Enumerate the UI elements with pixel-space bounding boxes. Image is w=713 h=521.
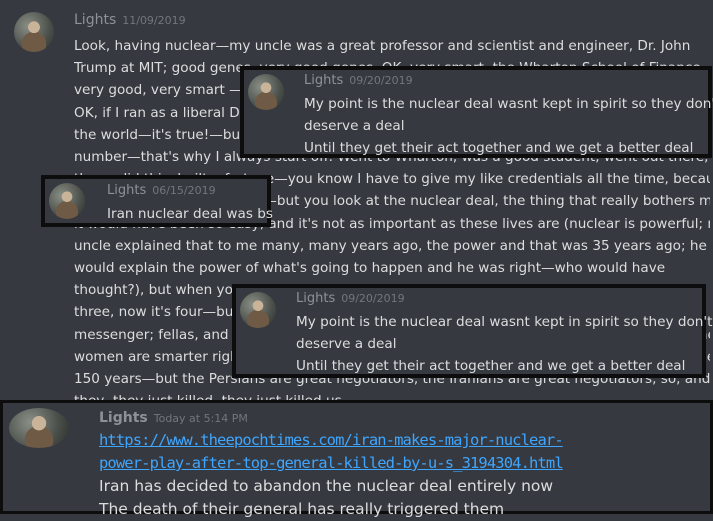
message-body: https://www.theepochtimes.com/iran-makes… [99, 429, 564, 521]
message-line: Until they get their act together and we… [304, 140, 694, 156]
overlay-message-3: Lights 09/20/2019 My point is the nuclear… [232, 284, 712, 378]
message-timestamp: 11/09/2019 [122, 14, 186, 27]
message-body: My point is the nuclear deal wasnt kept … [304, 93, 713, 159]
message-header: Lights Today at 5:14 PM [99, 410, 248, 426]
message-line: Look, having nuclear—my uncle was a grea… [74, 38, 691, 54]
article-link[interactable]: https://www.theepochtimes.com/iran-makes… [99, 429, 564, 452]
message-line: would explain the power of what's going … [74, 260, 666, 277]
overlay-message-2: Lights 06/15/2019 Iran nuclear deal was b… [41, 175, 273, 227]
message-timestamp: 09/20/2019 [341, 292, 405, 305]
author-name[interactable]: Lights [99, 410, 148, 426]
user-avatar[interactable] [248, 74, 284, 110]
message-line: Iran nuclear deal was bs [107, 206, 273, 222]
user-avatar[interactable] [14, 12, 54, 52]
message-header: Lights 09/20/2019 [304, 73, 413, 88]
message-line: My point is the nuclear deal wasnt kept … [304, 96, 713, 112]
message-timestamp: Today at 5:14 PM [153, 412, 248, 425]
message-line: deserve a deal [296, 336, 397, 352]
article-link[interactable]: power-play-after-top-general-killed-by-u… [99, 452, 564, 475]
overlay-message-1: Lights 09/20/2019 My point is the nuclear… [240, 66, 713, 159]
message-line: uncle explained that to me many, many ye… [74, 237, 707, 254]
message-body: My point is the nuclear deal wasnt kept … [296, 311, 712, 377]
message-header: Lights 06/15/2019 [107, 183, 216, 198]
message-line: The death of their general has really tr… [99, 500, 505, 518]
author-name[interactable]: Lights [74, 12, 116, 28]
message-line: deserve a deal [304, 118, 405, 134]
user-avatar[interactable] [240, 292, 276, 328]
message-line: Iran has decided to abandon the nuclear … [99, 477, 554, 495]
user-avatar[interactable] [9, 408, 69, 448]
message-body: Iran nuclear deal was bs [107, 204, 273, 224]
author-name[interactable]: Lights [107, 183, 146, 198]
bottom-message: Lights Today at 5:14 PM https://www.theep… [0, 400, 713, 518]
message-timestamp: 09/20/2019 [349, 74, 413, 87]
user-avatar[interactable] [49, 183, 85, 219]
author-name[interactable]: Lights [296, 291, 335, 306]
message-header: Lights 09/20/2019 [296, 291, 405, 306]
message-header: Lights 11/09/2019 [74, 12, 186, 28]
author-name[interactable]: Lights [304, 73, 343, 88]
message-line: Until they get their act together and we… [296, 358, 686, 374]
message-timestamp: 06/15/2019 [152, 184, 216, 197]
message-line: My point is the nuclear deal wasnt kept … [296, 314, 713, 330]
